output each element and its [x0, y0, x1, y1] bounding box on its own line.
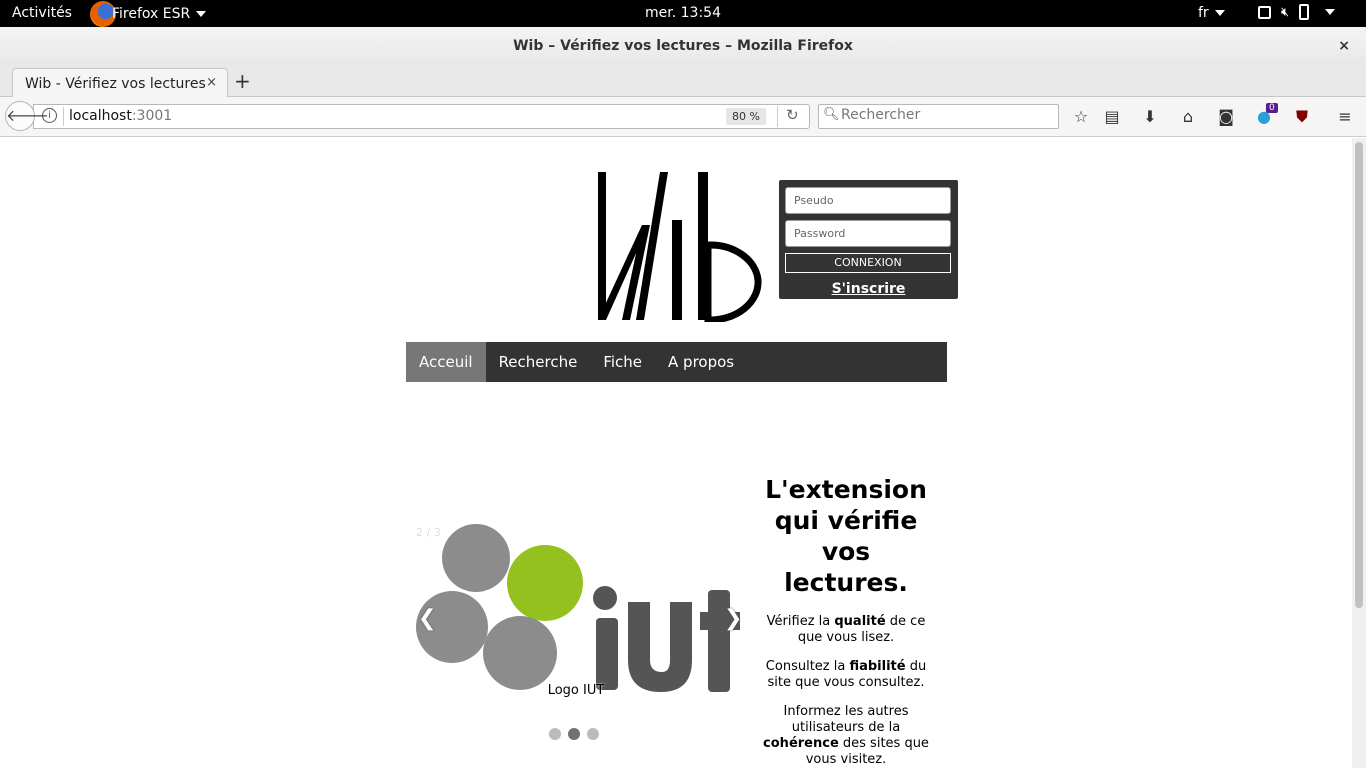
hamburger-menu-icon[interactable]: ≡	[1335, 107, 1355, 126]
main-nav: Acceuil Recherche Fiche A propos	[406, 342, 947, 382]
slider-dot[interactable]	[549, 728, 561, 740]
system-top-bar: Activités Firefox ESR mer. 13:54 fr 🔇︎	[0, 0, 1366, 27]
scrollbar-thumb[interactable]	[1355, 142, 1363, 608]
navigation-toolbar: i localhost:3001 80 % ↻ 🡐 🔍︎	[0, 97, 1366, 137]
slide-counter: 2 / 3	[416, 526, 441, 539]
window-icon	[1258, 5, 1271, 19]
login-form: CONNEXION S'inscrire	[779, 180, 958, 299]
volume-icon: 🔇︎	[1281, 4, 1290, 20]
iut-logo-mark	[416, 524, 740, 692]
signup-link[interactable]: S'inscrire	[779, 281, 958, 297]
new-tab-button[interactable]: +	[234, 69, 251, 93]
zoom-indicator[interactable]: 80 %	[726, 108, 766, 125]
slider-prev-button[interactable]: ❮	[418, 606, 436, 631]
url-host: localhost	[69, 108, 132, 124]
slider-dot[interactable]	[568, 728, 580, 740]
tab-close-icon[interactable]: ×	[206, 75, 217, 90]
slider-next-button[interactable]: ❯	[724, 606, 742, 631]
battery-icon	[1299, 4, 1310, 20]
tagline: L'extension qui vérifie vos lectures.	[765, 475, 927, 597]
nav-item-fiche[interactable]: Fiche	[590, 342, 655, 382]
reload-icon[interactable]: ↻	[777, 106, 799, 127]
slider-dots	[549, 728, 599, 740]
paragraph-text: Informez les autres utilisateurs de la	[783, 704, 909, 735]
back-arrow-icon: 🡐	[6, 106, 49, 125]
bookmark-star-icon[interactable]: ☆	[1071, 107, 1091, 126]
window-close-button[interactable]: ×	[1338, 27, 1350, 65]
home-icon[interactable]: ⌂	[1178, 107, 1198, 126]
nav-item-a-propos[interactable]: A propos	[655, 342, 747, 382]
url-port: :3001	[131, 108, 173, 124]
ublock-icon[interactable]: ⛊	[1292, 107, 1312, 127]
slide-caption: Logo IUT	[547, 683, 605, 698]
password-field[interactable]	[785, 220, 951, 247]
intro-paragraph: Informez les autres utilisateurs de la c…	[758, 704, 934, 768]
url-separator	[63, 107, 64, 126]
reading-list-icon[interactable]: ▤	[1102, 107, 1122, 126]
search-bar[interactable]: 🔍︎	[818, 104, 1059, 129]
chevron-down-icon	[1325, 9, 1336, 15]
download-icon[interactable]: ⬇	[1140, 107, 1160, 126]
nav-item-acceuil[interactable]: Acceuil	[406, 342, 486, 382]
back-button[interactable]: 🡐	[5, 101, 49, 131]
tab-label: Wib - Vérifiez vos lectures	[25, 76, 206, 92]
addon-badge: 0	[1266, 103, 1278, 113]
pseudo-field[interactable]	[785, 187, 951, 214]
image-slider: 2 / 3 ❮ ❯ Logo IUT	[406, 520, 746, 720]
search-icon: 🔍︎	[823, 107, 840, 122]
connexion-button[interactable]: CONNEXION	[785, 253, 951, 273]
search-input[interactable]	[841, 107, 1051, 123]
paragraph-emphasis: fiabilité	[849, 659, 906, 674]
intro-paragraph: Vérifiez la qualité de ce que vous lisez…	[758, 614, 934, 646]
language-menu[interactable]: fr	[1198, 5, 1225, 21]
language-label: fr	[1198, 5, 1209, 21]
url-text[interactable]: localhost:3001	[69, 108, 172, 124]
system-menu[interactable]: 🔇︎	[1258, 4, 1336, 20]
url-bar[interactable]: i localhost:3001 80 % ↻	[33, 104, 810, 129]
tab-strip: Wib - Vérifiez vos lectures × +	[0, 65, 1366, 98]
nav-item-recherche[interactable]: Recherche	[486, 342, 591, 382]
intro-paragraph: Consultez la fiabilité du site que vous …	[758, 659, 934, 691]
page-scrollbar[interactable]	[1352, 138, 1366, 768]
pocket-icon[interactable]: ◙	[1216, 107, 1236, 126]
window-titlebar: Wib – Vérifiez vos lectures – Mozilla Fi…	[0, 27, 1366, 65]
wib-logo-mark	[598, 172, 762, 322]
window-title: Wib – Vérifiez vos lectures – Mozilla Fi…	[513, 38, 853, 54]
clock[interactable]: mer. 13:54	[0, 5, 1366, 21]
paragraph-text: Vérifiez la	[766, 614, 835, 629]
wib-logo	[598, 172, 762, 322]
paragraph-emphasis: cohérence	[763, 736, 839, 751]
chevron-down-icon	[1214, 10, 1225, 16]
slider-dot[interactable]	[587, 728, 599, 740]
paragraph-emphasis: qualité	[834, 614, 886, 629]
paragraph-text: Consultez la	[765, 659, 850, 674]
tab-wib[interactable]: Wib - Vérifiez vos lectures ×	[12, 68, 228, 98]
